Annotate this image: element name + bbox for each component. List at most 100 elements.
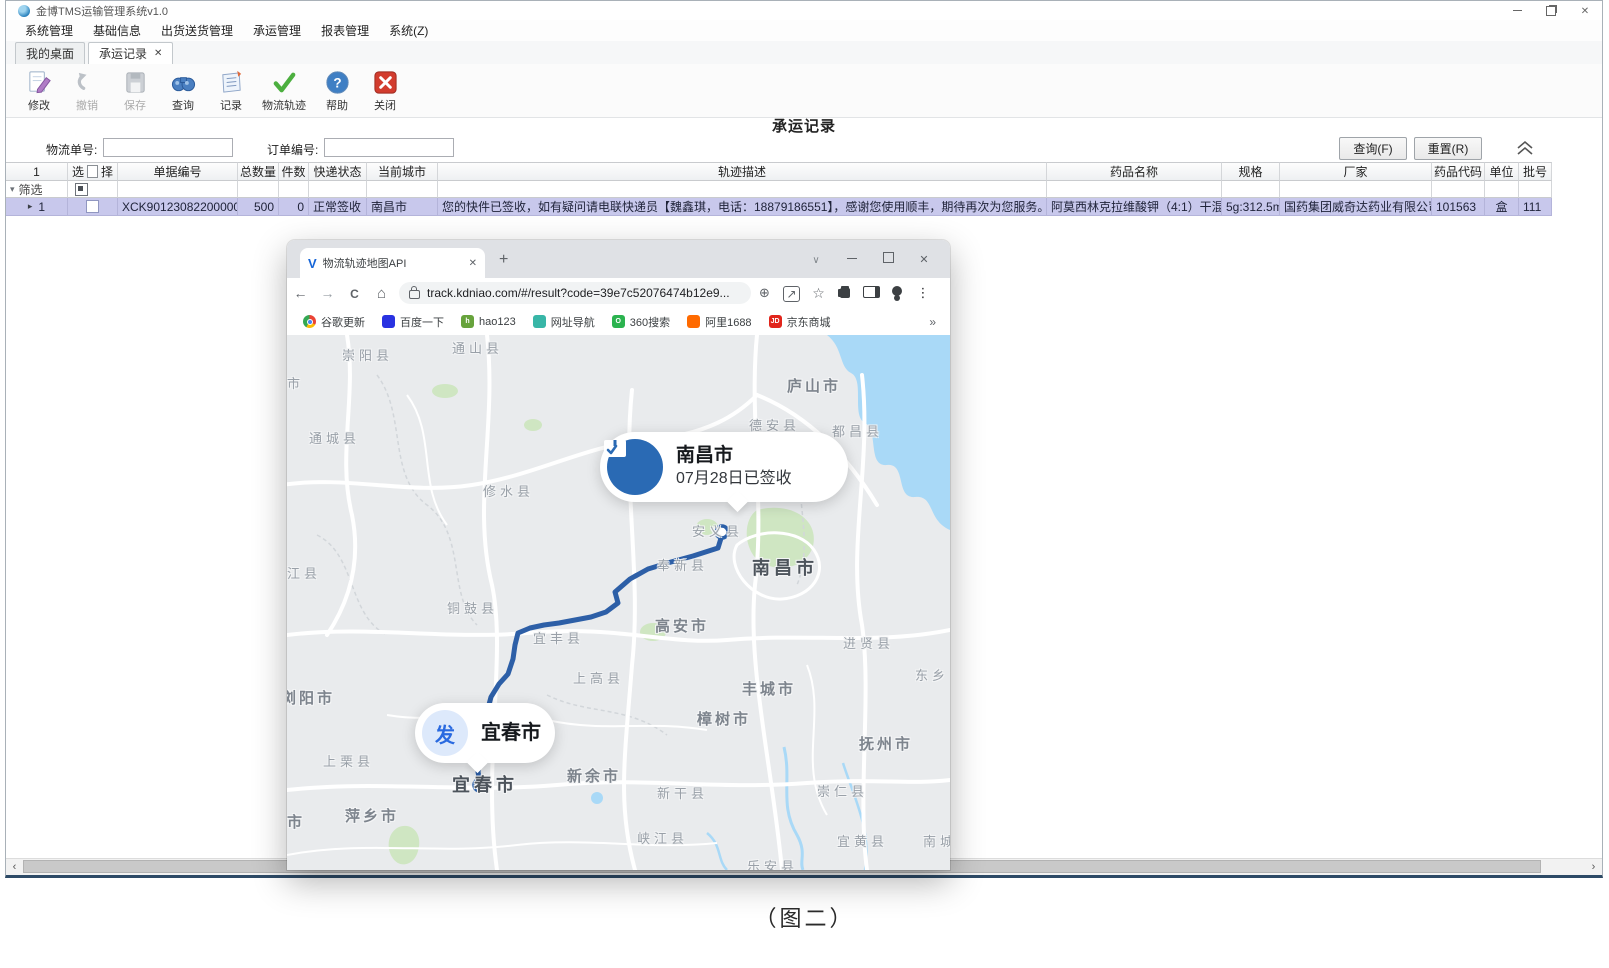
tab-close-icon[interactable] <box>154 48 162 59</box>
cell: 正常签收 <box>309 198 367 216</box>
column-header[interactable]: 厂家 <box>1280 162 1432 181</box>
back-icon[interactable] <box>287 285 314 301</box>
extensions-icon[interactable] <box>832 286 858 301</box>
row-checkbox[interactable] <box>86 200 99 213</box>
zoom-icon[interactable] <box>751 285 778 301</box>
edit-icon <box>26 69 53 96</box>
save-button[interactable]: 保存 <box>114 68 156 114</box>
browser-maximize-button[interactable] <box>870 252 906 266</box>
filter-cell <box>1047 181 1222 198</box>
menu-item-0[interactable]: 系统管理 <box>16 20 82 41</box>
tab-my-desktop[interactable]: 我的桌面 <box>15 42 85 64</box>
restore-button[interactable] <box>1534 1 1568 20</box>
menu-item-1[interactable]: 基础信息 <box>84 20 150 41</box>
column-header[interactable]: 1 <box>6 162 68 181</box>
menu-item-3[interactable]: 承运管理 <box>244 20 310 41</box>
logistics-no-input[interactable] <box>103 138 233 157</box>
record-button[interactable]: 记录 <box>210 68 252 114</box>
bookmark-item[interactable]: 网址导航 <box>533 314 595 330</box>
minimize-icon <box>847 252 857 266</box>
logistics-track-button[interactable]: 物流轨迹 <box>258 68 310 114</box>
column-header[interactable]: 规格 <box>1222 162 1280 181</box>
new-tab-button[interactable] <box>499 252 508 268</box>
bookmark-item[interactable]: 百度一下 <box>382 314 444 330</box>
tool-label: 记录 <box>220 97 242 113</box>
browser-tab-close-icon[interactable] <box>469 258 477 269</box>
column-header[interactable]: 件数 <box>279 162 309 181</box>
map-label: 宜丰县 <box>533 628 584 647</box>
collapse-chevron-icon[interactable] <box>1514 139 1536 157</box>
browser-tab[interactable]: 物流轨迹地图API <box>300 248 485 278</box>
home-icon[interactable] <box>368 285 395 302</box>
map-label: 峡江县 <box>637 828 688 847</box>
reset-r-button[interactable]: 重置(R) <box>1414 137 1482 160</box>
map-label: 通城县 <box>309 428 360 447</box>
title-bar: 金博TMS运输管理系统v1.0 <box>6 1 1602 20</box>
app-logo-icon <box>18 5 30 17</box>
share-icon[interactable] <box>778 286 805 301</box>
menu-item-4[interactable]: 报表管理 <box>312 20 378 41</box>
scroll-left-icon[interactable] <box>6 859 23 875</box>
grid-header-row: 1选择单据编号总数量件数快递状态当前城市轨迹描述药品名称规格厂家药品代码单位批号 <box>6 162 1602 181</box>
map-label: 南城 <box>923 831 950 850</box>
bookmark-item[interactable]: 谷歌更新 <box>303 314 365 330</box>
tab-search-button[interactable] <box>798 252 834 266</box>
column-header[interactable]: 药品代码 <box>1432 162 1485 181</box>
order-no-input[interactable] <box>324 138 454 157</box>
side-panel-icon[interactable] <box>858 286 884 301</box>
query-button[interactable]: 查询 <box>162 68 204 114</box>
column-header[interactable]: 批号 <box>1519 162 1552 181</box>
close-tab-button[interactable]: 关闭 <box>364 68 406 114</box>
bookmark-item[interactable]: 阿里1688 <box>687 314 751 330</box>
browser-tabstrip: 物流轨迹地图API <box>287 240 950 278</box>
menu-item-5[interactable]: 系统(Z) <box>380 20 437 41</box>
reload-icon[interactable] <box>341 285 368 301</box>
bookmarks-overflow-icon[interactable] <box>929 315 936 329</box>
edit-button[interactable]: 修改 <box>18 68 60 114</box>
map-area[interactable]: 崇阳县通山县市庐山市通城县德安县都昌县修水县江县安义县奉新县南昌市铜鼓县宜丰县高… <box>287 335 950 870</box>
column-header[interactable]: 快递状态 <box>309 162 367 181</box>
close-button[interactable] <box>1568 1 1602 20</box>
table-row[interactable]: 1XCK9012308220000015000正常签收南昌市您的快件已签收，如有… <box>6 198 1602 216</box>
forward-icon[interactable] <box>314 285 341 301</box>
save-icon <box>122 69 149 96</box>
filter-cell <box>1280 181 1432 198</box>
map-label: 樟树市 <box>697 708 751 729</box>
column-header[interactable]: 轨迹描述 <box>438 162 1047 181</box>
column-header[interactable]: 药品名称 <box>1047 162 1222 181</box>
scroll-right-icon[interactable] <box>1585 859 1602 875</box>
browser-minimize-button[interactable] <box>834 252 870 266</box>
filter-cell[interactable]: 筛选 <box>6 181 68 198</box>
minimize-button[interactable] <box>1500 1 1534 20</box>
header-checkbox[interactable] <box>87 165 98 178</box>
url-omnibox[interactable]: track.kdniao.com/#/result?code=39e7c5207… <box>399 282 751 304</box>
map-label: 崇仁县 <box>817 781 868 800</box>
row-expand-icon[interactable] <box>28 201 33 212</box>
column-header[interactable]: 单位 <box>1485 162 1519 181</box>
bookmark-label: 阿里1688 <box>705 314 751 330</box>
column-header[interactable]: 当前城市 <box>367 162 438 181</box>
cell[interactable] <box>68 198 118 216</box>
profile-avatar-icon[interactable] <box>884 286 910 301</box>
bookmark-item[interactable]: hhao123 <box>461 315 516 328</box>
bookmark-star-icon[interactable] <box>805 285 832 302</box>
cell: 111 <box>1519 198 1552 216</box>
tab-carrier-records[interactable]: 承运记录 <box>88 42 173 64</box>
filter-checkbox[interactable] <box>75 183 88 196</box>
menu-item-2[interactable]: 出货送货管理 <box>152 20 242 41</box>
bookmark-item[interactable]: O360搜索 <box>612 314 670 330</box>
column-header[interactable]: 单据编号 <box>118 162 238 181</box>
bookmark-item[interactable]: JD京东商城 <box>769 314 831 330</box>
filter-dropdown-icon[interactable] <box>10 184 15 195</box>
filter-cell[interactable] <box>68 181 118 198</box>
map-label: 新余市 <box>567 765 621 786</box>
map-label: 进贤县 <box>843 633 894 652</box>
query-f-button[interactable]: 查询(F) <box>1339 137 1407 160</box>
map-label: 上高县 <box>573 668 624 687</box>
column-header[interactable]: 总数量 <box>238 162 279 181</box>
column-header[interactable]: 选择 <box>68 162 118 181</box>
browser-close-button[interactable] <box>906 252 942 266</box>
undo-button[interactable]: 撤销 <box>66 68 108 114</box>
help-button[interactable]: ? 帮助 <box>316 68 358 114</box>
browser-menu-icon[interactable] <box>910 285 936 301</box>
